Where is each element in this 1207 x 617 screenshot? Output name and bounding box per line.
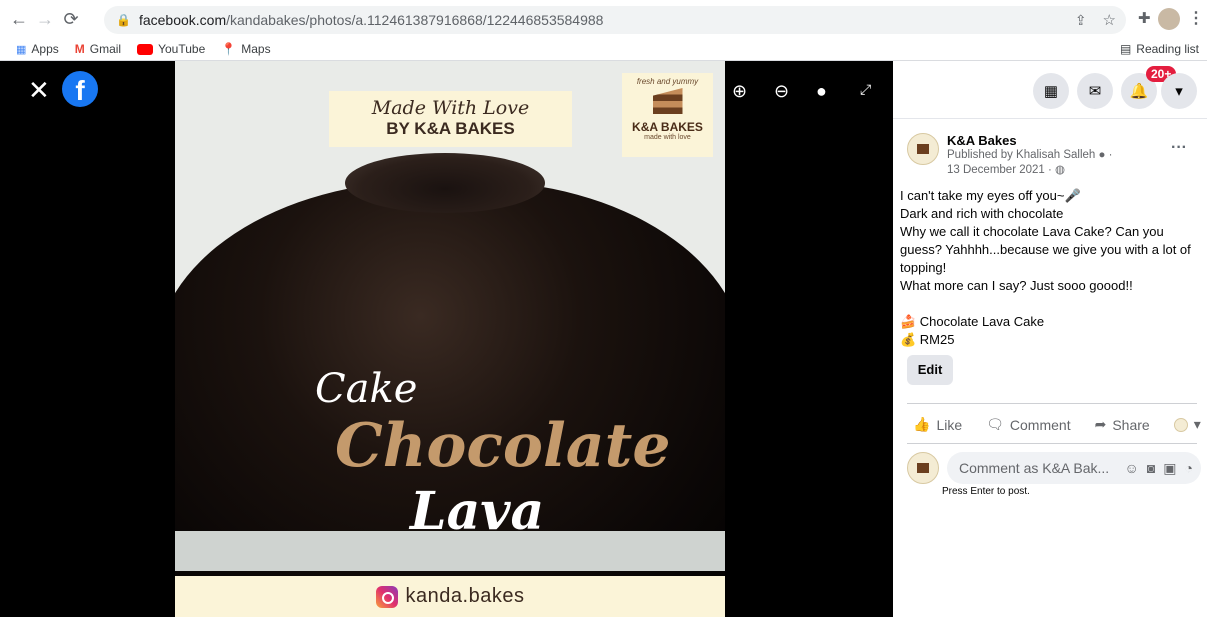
published-by[interactable]: Published by Khalisah Salleh xyxy=(947,149,1095,161)
cake-slice-icon xyxy=(652,88,683,114)
bookmarks-bar: ▦ Apps M Gmail YouTube 📍 Maps ▤ Reading … xyxy=(0,38,1207,60)
forward-arrow-icon[interactable]: → xyxy=(32,6,58,32)
maps-icon: 📍 xyxy=(221,42,237,56)
page-name[interactable]: K&A Bakes xyxy=(947,133,1113,148)
instagram-icon xyxy=(375,585,398,608)
close-icon[interactable]: ✕ xyxy=(28,75,50,106)
menu-kebab-icon[interactable]: ⋮ xyxy=(1188,8,1204,28)
photo-viewer: Made With Love BY K&A BAKES fresh and yu… xyxy=(0,61,893,617)
bookmark-maps[interactable]: 📍 Maps xyxy=(221,42,270,56)
post-sidebar: ▦ ✉ 🔔 20+ ▾ K&A Bakes Published by Khali… xyxy=(893,61,1207,617)
reload-icon[interactable]: ⟳ xyxy=(58,6,84,32)
address-bar[interactable]: 🔒 facebook.com/kandabakes/photos/a.11246… xyxy=(104,6,1126,34)
thumbs-up-icon: 👍 xyxy=(913,416,931,432)
divider xyxy=(907,403,1197,404)
comment-icon: 🗨 xyxy=(986,416,1004,432)
star-icon[interactable]: ☆ xyxy=(1103,11,1116,29)
chocolate-word: Chocolate xyxy=(335,411,671,481)
post-date[interactable]: 13 December 2021 xyxy=(947,164,1045,176)
apps-grid-icon: ▦ xyxy=(16,43,27,56)
menu-grid-icon[interactable]: ▦ xyxy=(1033,73,1069,109)
post-header: K&A Bakes Published by Khalisah Salleh ●… xyxy=(907,133,1113,178)
bookmark-youtube[interactable]: YouTube xyxy=(137,42,205,56)
edit-button[interactable]: Edit xyxy=(907,355,953,385)
ka-bakes-logo: fresh and yummy K&A BAKES made with love xyxy=(622,73,713,157)
zoom-out-icon[interactable]: ⊖ xyxy=(774,81,789,102)
bookmark-apps[interactable]: ▦ Apps xyxy=(16,42,59,56)
account-dropdown-icon[interactable]: ▾ xyxy=(1161,73,1197,109)
gif-icon[interactable]: ▣ xyxy=(1163,460,1176,477)
globe-icon: ◍ xyxy=(1055,164,1066,176)
share-icon[interactable]: ⇪ xyxy=(1075,12,1087,29)
url-host: facebook.com xyxy=(138,12,227,28)
lock-icon: 🔒 xyxy=(116,13,131,27)
extensions-icon[interactable]: ✚ xyxy=(1138,9,1151,27)
reading-list[interactable]: ▤ Reading list xyxy=(1120,42,1199,56)
bookmark-gmail[interactable]: M Gmail xyxy=(75,42,121,56)
sticker-icon[interactable]: ◔ xyxy=(1185,460,1193,477)
facebook-logo-icon[interactable]: f xyxy=(62,71,98,107)
panel-header: ▦ ✉ 🔔 20+ ▾ xyxy=(893,61,1207,119)
made-with-love-text: Made With Love xyxy=(371,97,530,119)
url-path: /kandabakes/photos/a.112461387916868/122… xyxy=(226,12,604,28)
page-avatar-small xyxy=(1173,417,1188,432)
cake-center xyxy=(345,153,545,213)
identity-switcher[interactable]: ▾ xyxy=(1173,416,1201,433)
back-arrow-icon[interactable]: ← xyxy=(6,6,32,32)
share-arrow-icon: ➦ xyxy=(1094,416,1107,432)
share-button[interactable]: ➦ Share xyxy=(1095,416,1150,433)
post-photo[interactable]: Made With Love BY K&A BAKES fresh and yu… xyxy=(175,61,725,617)
browser-toolbar: ← → ⟳ 🔒 facebook.com/kandabakes/photos/a… xyxy=(0,0,1207,38)
comment-button[interactable]: 🗨 Comment xyxy=(986,416,1070,433)
lava-word: Lava xyxy=(410,481,545,542)
divider xyxy=(907,443,1197,444)
info-icon: ● xyxy=(1098,149,1106,161)
instagram-handle: kanda.bakes xyxy=(405,585,525,607)
reading-list-icon: ▤ xyxy=(1119,42,1132,56)
post-caption: I can't take my eyes off you~🎤 Dark and … xyxy=(900,188,1191,347)
caret-down-icon: ▾ xyxy=(1193,416,1201,432)
camera-icon[interactable]: ◙ xyxy=(1147,460,1155,477)
by-text: BY K&A BAKES xyxy=(386,119,515,138)
messenger-icon[interactable]: ✉ xyxy=(1077,73,1113,109)
press-enter-hint: Press Enter to post. xyxy=(942,486,1030,497)
post-actions: 👍 Like 🗨 Comment ➦ Share ▾ xyxy=(913,416,1203,433)
fullscreen-icon[interactable]: ⤢ xyxy=(860,81,871,98)
commenter-avatar xyxy=(907,452,939,484)
cake-word: Cake xyxy=(315,366,418,412)
page-avatar[interactable] xyxy=(907,133,939,165)
comment-input[interactable]: Comment as K&A Bak... ☺ ◙ ▣ ◔ xyxy=(947,452,1201,484)
instagram-strip: kanda.bakes xyxy=(175,576,725,617)
like-button[interactable]: 👍 Like xyxy=(913,416,962,433)
tag-icon[interactable]: ● xyxy=(816,81,827,102)
emoji-icon[interactable]: ☺ xyxy=(1125,460,1139,477)
zoom-in-icon[interactable]: ⊕ xyxy=(732,81,747,102)
more-options-icon[interactable]: ··· xyxy=(1171,139,1187,157)
made-with-love-banner: Made With Love BY K&A BAKES xyxy=(329,91,572,147)
youtube-icon xyxy=(137,43,154,55)
gmail-icon: M xyxy=(74,42,85,56)
profile-avatar[interactable] xyxy=(1158,8,1180,30)
comment-composer: Comment as K&A Bak... ☺ ◙ ▣ ◔ xyxy=(907,452,1201,484)
